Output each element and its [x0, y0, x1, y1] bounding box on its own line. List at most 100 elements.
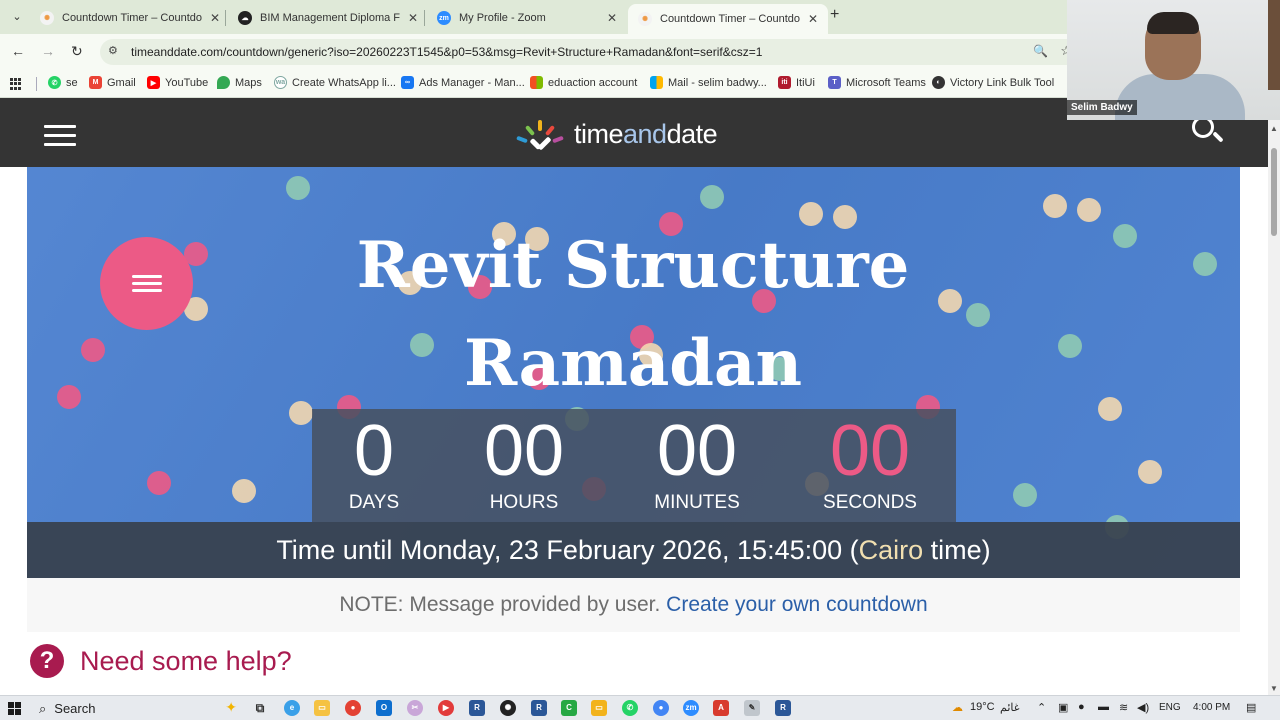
back-arrow-icon[interactable]: ← — [11, 43, 25, 59]
reload-icon[interactable]: ↻ — [71, 43, 83, 60]
create-countdown-link[interactable]: Create your own countdown — [666, 593, 928, 616]
bookmark-label: Victory Link Bulk Tool — [950, 76, 1055, 89]
bookmark-label: YouTube — [165, 76, 209, 89]
video-participant-hair — [1147, 12, 1199, 34]
revit-icon[interactable]: R — [469, 700, 485, 716]
tab-bim-diploma[interactable]: ☁ BIM Management Diploma For ✕ — [228, 4, 428, 32]
edge-icon[interactable]: e — [284, 700, 300, 716]
menu-icon[interactable] — [44, 125, 76, 146]
help-heading[interactable]: Need some help? — [80, 646, 292, 677]
bookmark-itiui[interactable]: iti ItiUi — [778, 76, 815, 89]
tab-zoom-profile[interactable]: zm My Profile - Zoom ✕ — [427, 4, 627, 32]
notepad-icon[interactable]: ✎ — [744, 700, 760, 716]
countdown-days: 0 DAYS — [299, 409, 449, 514]
teams-icon: T — [828, 76, 841, 89]
close-icon[interactable]: ✕ — [808, 12, 818, 26]
bookmark-create-whatsapp-link[interactable]: wa Create WhatsApp li... — [274, 76, 396, 89]
globe-icon: ◐ — [932, 76, 945, 89]
microphone-icon[interactable]: ● — [1078, 701, 1085, 713]
page-scrollbar[interactable]: ▲ ▼ — [1268, 120, 1280, 695]
bookmark-label: Create WhatsApp li... — [292, 76, 396, 89]
revit-icon[interactable]: R — [531, 700, 547, 716]
camtasia-icon[interactable]: C — [561, 700, 577, 716]
target-city-link[interactable]: Cairo — [859, 535, 924, 565]
zoom-icon[interactable]: zm — [683, 700, 699, 716]
whatsapp-icon: ✆ — [48, 76, 61, 89]
close-icon[interactable]: ✕ — [607, 11, 617, 25]
whatsapp-icon[interactable]: ✆ — [622, 700, 638, 716]
bookmark-gmail[interactable]: M Gmail — [89, 76, 136, 89]
meet-now-icon[interactable]: ▣ — [1058, 701, 1068, 714]
notifications-icon[interactable]: ▤ — [1246, 701, 1256, 714]
scrollbar-thumb[interactable] — [1271, 148, 1277, 236]
file-explorer-icon[interactable]: ▭ — [314, 700, 330, 716]
search-icon: ⌕ — [39, 700, 47, 716]
snipping-tool-icon[interactable]: ✂ — [407, 700, 423, 716]
apps-grid-icon[interactable] — [10, 78, 22, 90]
tab-countdown-1[interactable]: ✺ Countdown Timer – Countdown ✕ — [30, 4, 230, 32]
outlook-icon[interactable]: O — [376, 700, 392, 716]
close-icon[interactable]: ✕ — [408, 11, 418, 25]
new-tab-button[interactable]: + — [830, 6, 839, 24]
folder-icon[interactable]: ▭ — [591, 700, 607, 716]
battery-icon[interactable]: ▬ — [1098, 701, 1109, 713]
bookmark-eduaction-account[interactable]: eduaction account — [530, 76, 637, 89]
bookmark-divider — [36, 77, 37, 91]
bookmark-mail-selim[interactable]: Mail - selim badwy... — [650, 76, 767, 89]
tab-list-button[interactable]: ⌄ — [6, 7, 28, 27]
minutes-label: MINUTES — [654, 492, 740, 513]
countdown-menu-button[interactable] — [100, 237, 193, 330]
chatgpt-icon[interactable]: ✺ — [500, 700, 516, 716]
wifi-icon[interactable]: ≋ — [1119, 701, 1128, 714]
countdown-clock: 0 DAYS 00 HOURS 00 MINUTES 00 SECONDS — [312, 409, 956, 522]
chrome-icon[interactable]: ● — [345, 700, 361, 716]
weather-icon[interactable]: ☁ — [952, 701, 963, 714]
zoom-video-tile[interactable]: Selim Badwy — [1067, 0, 1280, 120]
bookmark-label: Maps — [235, 76, 262, 89]
tab-countdown-active[interactable]: ✺ Countdown Timer – Countdown ✕ — [628, 4, 829, 34]
timeanddate-icon: ✺ — [40, 11, 54, 25]
confetti-dot — [966, 303, 990, 327]
close-icon[interactable]: ✕ — [210, 11, 220, 25]
tab-title: Countdown Timer – Countdown — [660, 13, 800, 25]
volume-icon[interactable]: ◀) — [1137, 701, 1149, 714]
tray-overflow-icon[interactable]: ⌃ — [1037, 701, 1046, 714]
maps-icon — [217, 76, 230, 89]
url-text[interactable]: timeanddate.com/countdown/generic?iso=20… — [131, 45, 762, 59]
timeanddate-logo[interactable]: timeanddate — [516, 118, 718, 151]
scroll-down-icon[interactable]: ▼ — [1270, 684, 1278, 693]
weather-description[interactable]: غائم — [1000, 701, 1020, 714]
microsoft-icon — [650, 76, 663, 89]
chrome-icon[interactable]: ● — [653, 700, 669, 716]
logo-text-time: time — [574, 118, 624, 149]
task-view-icon[interactable]: ⧉ — [252, 700, 268, 716]
weather-temperature[interactable]: 19°C — [970, 701, 995, 713]
countdown-target-time: Time until Monday, 23 February 2026, 15:… — [27, 522, 1240, 578]
bookmark-ads-manager[interactable]: ∞ Ads Manager - Man... — [401, 76, 525, 89]
taskbar-search[interactable]: ⌕ Search ✦ — [31, 698, 241, 719]
revit-icon[interactable]: R — [775, 700, 791, 716]
days-value: 0 — [353, 411, 395, 491]
bookmark-youtube[interactable]: ▶ YouTube — [147, 76, 208, 89]
clock[interactable]: 4:00 PM — [1193, 702, 1230, 713]
bookmark-label: Ads Manager - Man... — [419, 76, 525, 89]
omnibox[interactable]: ⚙ timeanddate.com/countdown/generic?iso=… — [100, 39, 1080, 65]
windows-start-icon[interactable] — [8, 702, 21, 715]
forward-arrow-icon[interactable]: → — [41, 43, 55, 59]
note-text: NOTE: Message provided by user. — [339, 593, 661, 616]
site-info-icon[interactable]: ⚙ — [108, 44, 118, 57]
confetti-dot — [286, 176, 310, 200]
bookmark-se[interactable]: ✆ se — [48, 76, 78, 89]
gmail-icon: M — [89, 76, 102, 89]
hours-value: 00 — [483, 411, 565, 491]
bookmark-maps[interactable]: Maps — [217, 76, 262, 89]
language-indicator[interactable]: ENG — [1159, 702, 1181, 713]
bookmark-microsoft-teams[interactable]: T Microsoft Teams — [828, 76, 926, 89]
zoom-icon[interactable]: 🔍 — [1033, 44, 1048, 58]
confetti-dot — [1077, 198, 1101, 222]
media-player-icon[interactable]: ▶ — [438, 700, 454, 716]
bookmark-victory-link[interactable]: ◐ Victory Link Bulk Tool — [932, 76, 1054, 89]
acrobat-icon[interactable]: A — [713, 700, 729, 716]
scroll-up-icon[interactable]: ▲ — [1270, 124, 1278, 133]
hours-label: HOURS — [489, 492, 559, 513]
